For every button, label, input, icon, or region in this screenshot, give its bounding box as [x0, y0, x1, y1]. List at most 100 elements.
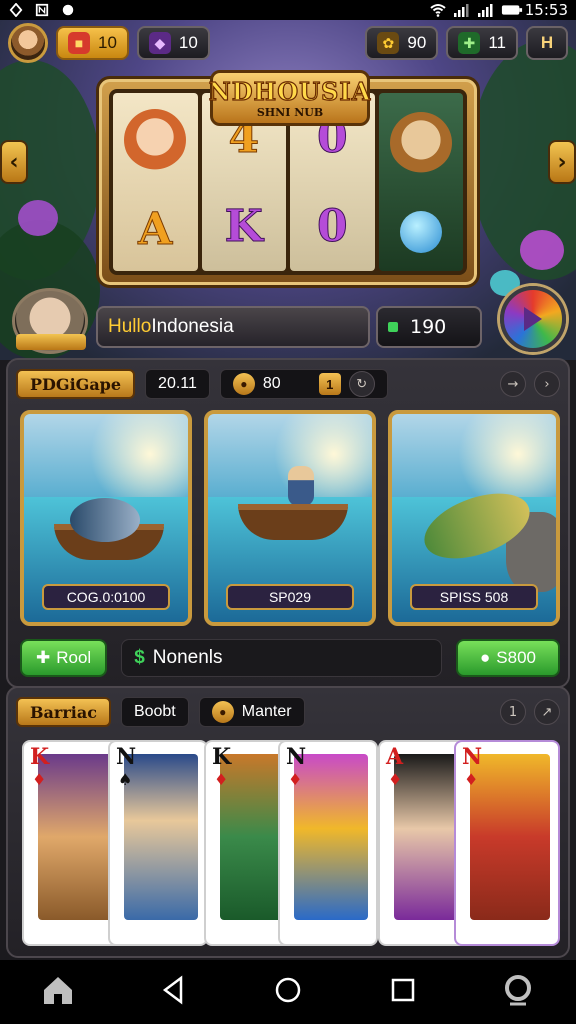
arrow-right-icon[interactable]: →: [500, 371, 526, 397]
card-rank: K: [212, 744, 232, 770]
player-tag: [16, 334, 86, 350]
boobt-label: Boobt: [133, 703, 176, 720]
playing-card-6[interactable]: N ♦: [454, 740, 560, 946]
player-name-bar: Hullo Indonesia: [96, 306, 370, 348]
card-suit: ♦: [32, 770, 47, 789]
blue-creature: [399, 210, 442, 253]
playing-card-1[interactable]: K ♦: [22, 740, 122, 946]
card-rank: A: [386, 744, 404, 770]
cat-character: [389, 111, 452, 174]
star-value: 90: [407, 33, 427, 52]
fishing-value: 20.11: [158, 375, 197, 392]
refresh-icon[interactable]: ↻: [348, 371, 375, 397]
prev-arrow-button[interactable]: ‹: [0, 140, 28, 184]
coin-icon: ●: [211, 701, 234, 723]
card-suit: ♦: [388, 770, 403, 789]
info-text: Nonenls: [152, 647, 223, 668]
slot-subtitle: SHNI NUB: [256, 106, 324, 119]
fishing-panel: PDGiGape 20.11 ● 80 1 ↻ → › COG.0:0100 S…: [6, 358, 570, 688]
card-suit: ♦: [288, 770, 303, 789]
redhead-character: [124, 109, 187, 172]
circle-status-icon: [60, 3, 76, 17]
fishing-card-caption: COG.0:0100: [42, 584, 170, 610]
card-tag[interactable]: Barriac: [16, 697, 111, 727]
fishing-card-caption: SP029: [226, 584, 354, 610]
info-bar: $ Nonenls: [121, 639, 442, 677]
fishing-footer: ✚ Rool $ Nonenls ● S800: [20, 638, 560, 678]
home-icon[interactable]: [40, 972, 76, 1012]
slot-symbol-1: A: [138, 203, 173, 255]
buy-button[interactable]: ● S800: [456, 639, 560, 677]
credit-indicator-icon: [388, 322, 398, 332]
signal-icon: [453, 3, 469, 17]
fishing-card-1[interactable]: COG.0:0100: [20, 410, 192, 626]
boobt-chip[interactable]: Boobt: [120, 697, 189, 727]
card-suit: ♦: [214, 770, 229, 789]
rool-label: Rool: [56, 648, 92, 667]
clover-icon: ✚: [458, 32, 481, 54]
slot-title: NDHOUSIA: [208, 76, 372, 106]
coin-icon: ●: [232, 373, 255, 395]
card-panel: Barriac Boobt ● Manter 1 ↗ K ♦ N ♠ K ♦ N…: [6, 686, 570, 958]
card-suit: ♦: [464, 770, 479, 789]
recents-icon[interactable]: [385, 972, 421, 1012]
wifi-icon: [429, 3, 446, 17]
clover-counter[interactable]: ✚ 11: [446, 26, 518, 60]
player-avatar[interactable]: [8, 23, 48, 63]
credit-value: 190: [410, 316, 447, 338]
card-rank: K: [30, 744, 50, 770]
chevron-right-icon: ›: [557, 149, 567, 175]
nfc-icon: [34, 3, 50, 17]
fishing-value-chip: 20.11: [145, 369, 210, 399]
slot-symbol-3: K: [224, 201, 263, 253]
reel-1: A: [113, 93, 198, 271]
fishing-card-3[interactable]: SPISS 508: [388, 410, 560, 626]
play-icon: [524, 307, 542, 331]
playing-card-4[interactable]: N ♦: [278, 740, 378, 946]
badge: 1: [318, 373, 341, 395]
back-icon[interactable]: [155, 972, 191, 1012]
notification-icon: [8, 2, 24, 18]
menu-button[interactable]: H: [526, 26, 568, 60]
fishing-card-2[interactable]: SP029: [204, 410, 376, 626]
system-nav-bar: [0, 960, 576, 1024]
buy-label: S800: [496, 648, 536, 667]
next-arrow-button[interactable]: ›: [548, 140, 576, 184]
card-header: Barriac Boobt ● Manter 1 ↗: [16, 696, 560, 728]
card-suit: ♠: [118, 770, 133, 789]
dollar-icon: $: [134, 647, 145, 668]
signal-icon-2: [477, 3, 493, 17]
rool-button[interactable]: ✚ Rool: [20, 639, 108, 677]
plus-icon: ✚: [36, 648, 51, 667]
coin-chip: ● 80 1 ↻: [219, 369, 388, 399]
credit-display: 190: [376, 306, 482, 348]
playing-card-2[interactable]: N ♠: [108, 740, 208, 946]
menu-label: H: [540, 33, 554, 52]
fishing-card-caption: SPISS 508: [410, 584, 538, 610]
card-rank: N: [116, 744, 137, 770]
chat-bubble-icon: ●: [480, 648, 491, 667]
manter-label: Manter: [241, 703, 292, 720]
gem-counter[interactable]: ◆ 10: [136, 26, 210, 60]
fishing-tag[interactable]: PDGiGape: [16, 369, 136, 399]
slot-symbol-5: 0: [316, 201, 348, 253]
manter-chip[interactable]: ● Manter: [198, 697, 305, 727]
arrow-icon[interactable]: ↗: [534, 699, 560, 725]
fishing-header: PDGiGape 20.11 ● 80 1 ↻ → ›: [16, 368, 560, 400]
card-rank: N: [286, 744, 307, 770]
star-counter[interactable]: ✿ 90: [365, 26, 439, 60]
name-highlight: Hullo: [108, 316, 152, 337]
card-rank: N: [462, 744, 483, 770]
spin-button[interactable]: [500, 286, 566, 352]
battery-icon: [501, 3, 522, 17]
cash-icon: ■: [68, 32, 90, 54]
clover-value: 11: [488, 33, 506, 52]
chevron-right-icon-small[interactable]: ›: [534, 371, 560, 397]
assistant-icon[interactable]: [500, 972, 536, 1012]
gold-counter[interactable]: ■ 10: [56, 26, 129, 60]
page-indicator[interactable]: 1: [500, 699, 526, 725]
circle-home-icon[interactable]: [270, 972, 306, 1012]
reel-4: [378, 93, 463, 271]
card-hand: K ♦ N ♠ K ♦ N ♦ A ♦ N ♦: [22, 740, 560, 950]
name-rest: Indonesia: [151, 316, 234, 337]
